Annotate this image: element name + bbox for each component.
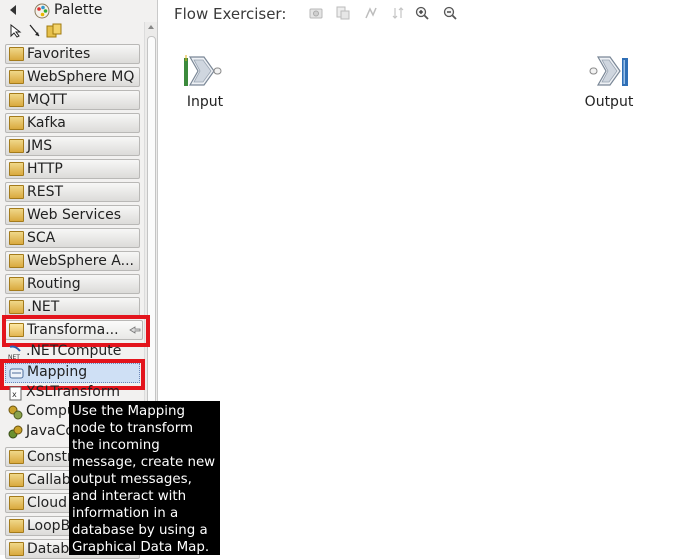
drawer-http[interactable]: HTTP [5, 159, 140, 179]
tooltip-line: message, create new [72, 455, 216, 470]
input-node-label: Input [186, 94, 224, 110]
drawer-websphere-mq[interactable]: WebSphere MQ [5, 67, 140, 87]
sort-icon[interactable] [391, 6, 405, 20]
drawer-label: JMS [27, 138, 53, 154]
drawer-sca[interactable]: SCA [5, 228, 140, 248]
flow-canvas[interactable]: Flow Exerciser: Input Output [158, 0, 693, 555]
start-flow-exerciser-icon[interactable] [309, 6, 323, 20]
drawer-dotnet[interactable]: .NET [5, 297, 140, 317]
tooltip-line: and interact with [72, 489, 187, 504]
kafka-folder-icon [9, 116, 24, 130]
collapse-palette-icon[interactable] [10, 5, 16, 15]
flow-exerciser-title: Flow Exerciser: [174, 5, 287, 23]
zoom-in-icon[interactable] [415, 6, 429, 20]
drawer-label: Web Services [27, 207, 122, 223]
output-node-label: Output [584, 94, 634, 110]
tooltip-line: output messages, [72, 472, 192, 487]
tooltip-line: node to transform [72, 421, 194, 436]
loopback-folder-icon [9, 519, 24, 533]
scroll-up-icon[interactable] [148, 25, 154, 29]
select-tool-icon[interactable] [10, 24, 22, 38]
database-folder-icon [9, 542, 24, 556]
drawer-label: HTTP [27, 161, 63, 177]
svg-text:x: x [12, 390, 17, 399]
drawer-label: Kafka [27, 115, 66, 131]
drawer-label: .NET [27, 299, 60, 315]
drawer-web-services[interactable]: Web Services [5, 205, 140, 225]
dotnet-folder-icon [9, 300, 24, 314]
callable-folder-icon [9, 473, 24, 487]
mapping-tooltip: Use the Mapping node to transform the in… [69, 401, 220, 555]
tooltip-line: Graphical Data Map. [72, 540, 210, 555]
tooltip-line: the incoming [72, 438, 160, 453]
output-node-icon [589, 56, 628, 86]
palette-title: Palette [54, 2, 103, 18]
tooltip-line: database by using a [72, 523, 208, 538]
node-label: .NETCompute [26, 343, 122, 359]
zoom-out-icon[interactable] [443, 6, 457, 20]
palette-header: Palette [0, 0, 157, 22]
http-folder-icon [9, 162, 24, 176]
rest-folder-icon [9, 185, 24, 199]
drawer-label: Routing [27, 276, 81, 292]
favorites-folder-icon [9, 47, 24, 61]
drawer-favorites[interactable]: Favorites [5, 44, 140, 64]
routing-folder-icon [9, 277, 24, 291]
node-label: XSLTransform [26, 384, 120, 400]
palette-icon [34, 3, 50, 19]
dotnet-compute-node-icon: NET [8, 345, 21, 360]
drawer-kafka[interactable]: Kafka [5, 113, 140, 133]
drawer-jms[interactable]: JMS [5, 136, 140, 156]
drawer-label: Cloud [27, 495, 67, 511]
drawer-mqtt[interactable]: MQTT [5, 90, 140, 110]
web-services-folder-icon [9, 208, 24, 222]
drawer-label: WebSphere A... [27, 253, 134, 269]
construction-folder-icon [9, 450, 24, 464]
drawer-rest[interactable]: REST [5, 182, 140, 202]
record-message-icon[interactable] [336, 6, 350, 20]
output-node[interactable]: Output [574, 52, 644, 122]
connection-tool-icon[interactable] [28, 24, 42, 38]
drawer-websphere-adapters[interactable]: WebSphere A... [5, 251, 140, 271]
jms-folder-icon [9, 139, 24, 153]
drawer-label: REST [27, 184, 64, 200]
compute-node-icon [8, 405, 23, 420]
drawer-label: Favorites [27, 46, 91, 62]
input-node[interactable]: Input [170, 52, 240, 122]
java-compute-node-icon [8, 425, 23, 439]
mq-folder-icon [9, 70, 24, 84]
input-node-icon [184, 55, 222, 86]
mqtt-folder-icon [9, 93, 24, 107]
drawer-label: SCA [27, 230, 56, 246]
tooltip-line: Use the Mapping [72, 404, 185, 419]
drawer-label: WebSphere MQ [27, 69, 135, 85]
marquee-tool-icon[interactable] [46, 23, 62, 39]
view-path-icon[interactable] [364, 6, 378, 20]
xsl-transform-node-icon: x [9, 386, 22, 401]
sca-folder-icon [9, 231, 24, 245]
cloud-folder-icon [9, 496, 24, 510]
palette-tools [6, 22, 146, 40]
websphere-adapters-folder-icon [9, 254, 24, 268]
drawer-label: MQTT [27, 92, 67, 108]
drawer-routing[interactable]: Routing [5, 274, 140, 294]
scroll-thumb[interactable] [147, 36, 156, 418]
tooltip-line: information in a [72, 506, 179, 521]
